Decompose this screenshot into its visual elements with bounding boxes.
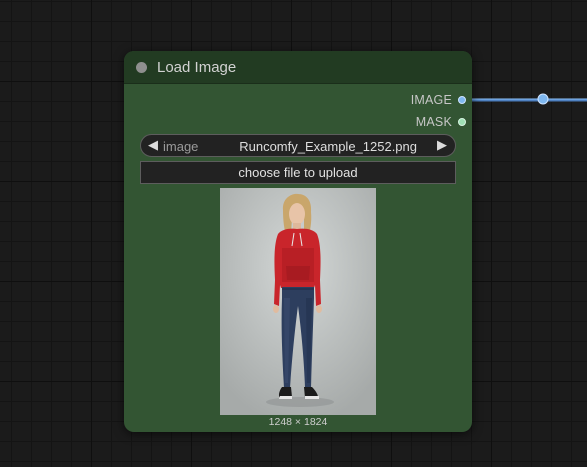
image-widget-label: image [163,139,199,154]
output-label-mask: MASK [415,115,452,129]
output-label-image: IMAGE [410,93,452,107]
preview-photo [220,188,376,415]
output-slot-mask[interactable]: MASK [416,114,466,130]
choose-file-button[interactable]: choose file to upload [140,161,456,184]
mask-output-dot-icon[interactable] [458,118,466,126]
collapse-toggle-icon[interactable] [136,62,147,73]
link-midpoint-handle [537,93,549,105]
previous-arrow-icon[interactable]: ◀ [148,137,158,153]
image-dimensions-label: 1248 × 1824 [268,416,328,428]
image-preview [220,188,376,415]
load-image-node[interactable]: Load Image IMAGE MASK ◀ image Runcomfy_E… [124,51,472,432]
image-output-dot-icon[interactable] [458,96,466,104]
image-combo-widget[interactable]: ◀ image Runcomfy_Example_1252.png ▶ [140,134,456,157]
node-header[interactable]: Load Image [124,51,472,84]
image-widget-value[interactable]: Runcomfy_Example_1252.png [239,139,417,154]
graph-canvas[interactable]: Load Image IMAGE MASK ◀ image Runcomfy_E… [0,0,587,467]
output-slot-image[interactable]: IMAGE [411,92,466,108]
node-title: Load Image [157,59,237,76]
next-arrow-icon[interactable]: ▶ [437,137,447,153]
